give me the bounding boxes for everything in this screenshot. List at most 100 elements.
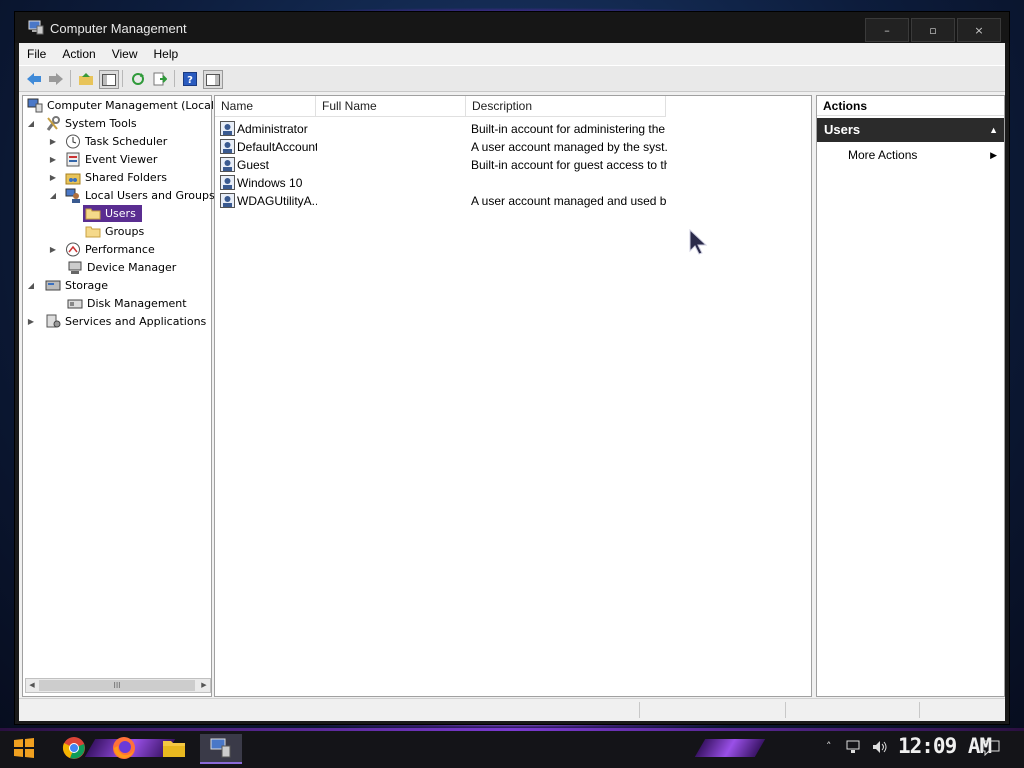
expander-collapsed-icon[interactable]: ▶ xyxy=(27,317,35,326)
notification-icon[interactable] xyxy=(982,740,1000,756)
expander-collapsed-icon[interactable]: ▶ xyxy=(49,155,57,164)
minimize-button[interactable]: – xyxy=(865,18,909,42)
table-row[interactable]: Guest Built-in account for guest access … xyxy=(215,156,811,174)
actions-pane: Actions Users ▲ More Actions ▶ xyxy=(816,95,1005,697)
tree-item-task-scheduler[interactable]: ▶ Task Scheduler xyxy=(49,133,167,150)
device-manager-icon xyxy=(68,261,82,274)
tree-item-performance[interactable]: ▶ Performance xyxy=(49,241,155,258)
tree-item-computer-management[interactable]: Computer Management (Local) xyxy=(27,97,218,114)
volume-icon[interactable] xyxy=(872,740,888,754)
tree-item-disk-management[interactable]: Disk Management xyxy=(67,295,187,312)
tree-item-device-manager[interactable]: Device Manager xyxy=(67,259,176,276)
taskbar-accent-strip xyxy=(0,728,1024,731)
more-actions-item[interactable]: More Actions ▶ xyxy=(817,146,1004,164)
window-title: Computer Management xyxy=(50,21,187,36)
tree-item-label: Event Viewer xyxy=(85,153,158,166)
expander-collapsed-icon[interactable]: ▶ xyxy=(49,173,57,182)
tree-item-label: Storage xyxy=(65,279,109,292)
maximize-button[interactable]: ▫ xyxy=(911,18,955,42)
firefox-icon[interactable] xyxy=(110,734,138,762)
expander-expanded-icon[interactable]: ◢ xyxy=(27,281,35,290)
scrollbar-thumb[interactable]: III xyxy=(39,680,195,691)
show-action-pane-icon[interactable] xyxy=(203,70,223,89)
column-header-full-name[interactable]: Full Name xyxy=(316,96,466,117)
menu-help[interactable]: Help xyxy=(146,47,187,61)
tree-item-label: Services and Applications xyxy=(65,315,207,328)
performance-icon xyxy=(66,242,80,257)
folder-icon xyxy=(85,208,101,220)
start-icon[interactable] xyxy=(10,734,38,762)
shared-folder-icon xyxy=(65,173,81,185)
show-hide-console-tree-icon[interactable] xyxy=(99,70,119,89)
table-row[interactable]: Administrator Built-in account for admin… xyxy=(215,120,811,138)
column-header-description[interactable]: Description xyxy=(466,96,666,117)
toolbar: ? xyxy=(19,65,1005,92)
client-area: Computer Management (Local) ◢ System Too… xyxy=(19,92,1005,698)
menu-file[interactable]: File xyxy=(19,47,54,61)
close-button[interactable]: × xyxy=(957,18,1001,42)
expander-collapsed-icon[interactable]: ▶ xyxy=(49,245,57,254)
computer-management-icon xyxy=(27,98,43,113)
services-icon xyxy=(46,314,61,328)
tray-chevron-icon[interactable]: ˄ xyxy=(826,740,832,753)
back-arrow-icon[interactable] xyxy=(25,70,43,87)
row-description: Built-in account for guest access to th.… xyxy=(471,158,667,172)
scroll-right-icon[interactable]: ▶ xyxy=(198,679,210,692)
row-name: WDAGUtilityA... xyxy=(237,194,317,208)
tree-item-label: Device Manager xyxy=(87,261,177,274)
expander-expanded-icon[interactable]: ◢ xyxy=(49,191,57,200)
taskbar-clock[interactable]: 12:09 AM xyxy=(898,734,992,758)
scroll-left-icon[interactable]: ◀ xyxy=(26,679,38,692)
tree-item-event-viewer[interactable]: ▶ Event Viewer xyxy=(49,151,157,168)
collapse-up-icon[interactable]: ▲ xyxy=(989,118,998,142)
tree-item-shared-folders[interactable]: ▶ Shared Folders xyxy=(49,169,167,186)
table-row[interactable]: Windows 10 xyxy=(215,174,811,192)
user-icon xyxy=(220,157,235,172)
menu-action[interactable]: Action xyxy=(54,47,103,61)
tree-item-system-tools[interactable]: ◢ System Tools xyxy=(27,115,137,132)
taskbar: ˄ 12:09 AM xyxy=(0,728,1024,768)
table-row[interactable]: WDAGUtilityA... A user account managed a… xyxy=(215,192,811,210)
network-icon[interactable] xyxy=(846,740,862,754)
tree-item-users[interactable]: Users xyxy=(83,205,142,222)
menu-bar: File Action View Help xyxy=(19,43,1005,65)
tree-item-local-users-and-groups[interactable]: ◢ Local Users and Groups xyxy=(49,187,215,204)
status-divider xyxy=(785,702,786,718)
tree-item-services-and-applications[interactable]: ▶ Services and Applications xyxy=(27,313,206,330)
title-bar[interactable]: Computer Management – ▫ × xyxy=(15,12,1009,43)
tree-item-groups[interactable]: Groups xyxy=(85,223,144,240)
mouse-cursor-icon xyxy=(689,229,708,255)
forward-arrow-icon[interactable] xyxy=(47,70,65,87)
disk-management-icon xyxy=(67,299,83,309)
computer-management-task-icon[interactable] xyxy=(200,734,242,764)
up-folder-icon[interactable] xyxy=(77,70,95,87)
file-explorer-icon[interactable] xyxy=(160,734,188,762)
clock-icon xyxy=(66,134,80,149)
row-name: Administrator xyxy=(237,122,308,136)
row-description: Built-in account for administering the .… xyxy=(471,122,667,136)
column-header-name[interactable]: Name xyxy=(215,96,316,117)
table-row[interactable]: DefaultAccount A user account managed by… xyxy=(215,138,811,156)
users-list-view[interactable]: Name Full Name Description Administrator… xyxy=(214,95,812,697)
export-list-icon[interactable] xyxy=(151,70,169,87)
users-groups-icon xyxy=(65,188,80,203)
row-name: DefaultAccount xyxy=(237,140,317,154)
console-tree[interactable]: Computer Management (Local) ◢ System Too… xyxy=(22,95,218,697)
folder-icon xyxy=(85,226,101,238)
expander-expanded-icon[interactable]: ◢ xyxy=(27,119,35,128)
tree-horizontal-scrollbar[interactable]: ◀ III ▶ xyxy=(25,678,211,693)
actions-header: Actions xyxy=(817,96,1004,116)
refresh-icon[interactable] xyxy=(129,70,147,87)
tree-item-storage[interactable]: ◢ Storage xyxy=(27,277,108,294)
chrome-icon[interactable] xyxy=(60,734,88,762)
actions-section-users[interactable]: Users ▲ xyxy=(817,118,1004,142)
expander-collapsed-icon[interactable]: ▶ xyxy=(49,137,57,146)
status-divider xyxy=(919,702,920,718)
tree-item-label: Computer Management (Local) xyxy=(47,99,219,112)
tree-item-label: Shared Folders xyxy=(85,171,167,184)
tree-item-label: Performance xyxy=(85,243,155,256)
user-icon xyxy=(220,193,235,208)
menu-view[interactable]: View xyxy=(104,47,146,61)
tree-item-label: Groups xyxy=(105,225,145,238)
help-icon[interactable]: ? xyxy=(181,70,199,87)
